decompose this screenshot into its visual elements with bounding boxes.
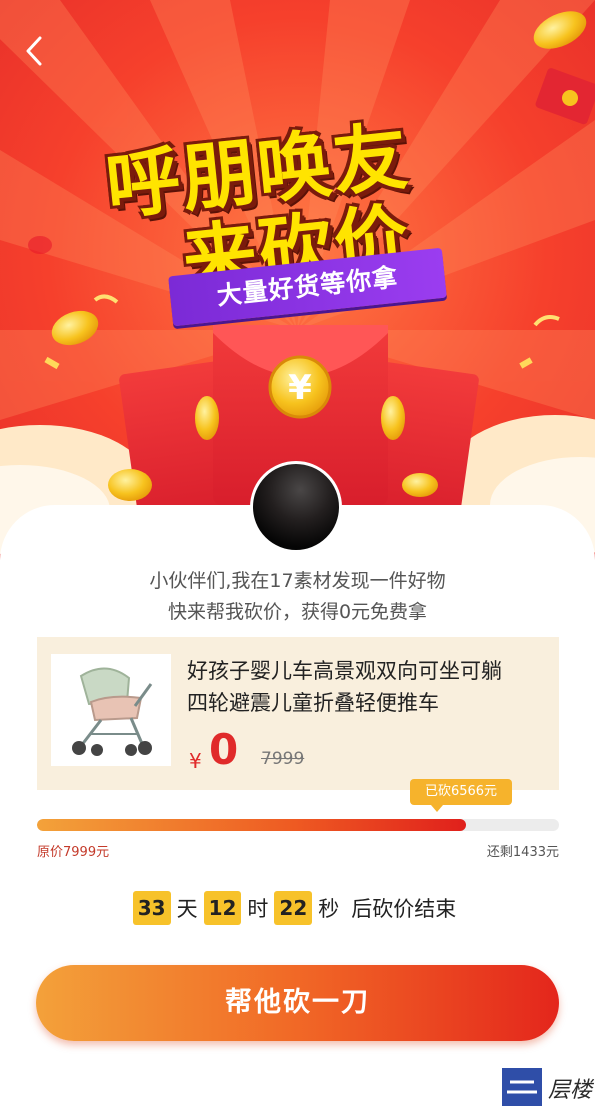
countdown-days: 33: [132, 891, 171, 925]
help-cut-button[interactable]: 帮他砍一刀: [36, 965, 559, 1041]
countdown-suffix: 后砍价结束: [351, 897, 457, 921]
countdown-hours-unit: 时: [247, 897, 269, 921]
stroller-icon: [72, 667, 153, 756]
bargain-progress-bar: [37, 819, 559, 831]
svg-text:¥: ¥: [288, 368, 312, 408]
countdown-timer: 33 天 12 时 22 秒后砍价结束: [0, 891, 595, 927]
product-image: [51, 654, 171, 766]
original-price-label: 原价7999元: [37, 845, 110, 860]
watermark-logo: 层楼: [502, 1068, 594, 1108]
watermark-logo-text: 层楼: [548, 1078, 593, 1103]
chevron-left-icon: [26, 36, 42, 66]
intro-line-2: 快来帮我砍价，获得0元免费拿: [167, 601, 428, 623]
product-card[interactable]: 好孩子婴儿车高景观双向可坐可躺 四轮避震儿童折叠轻便推车 ¥ 0 7999: [37, 637, 559, 790]
product-title-line-1: 好孩子婴儿车高景观双向可坐可躺: [187, 659, 502, 683]
countdown-days-unit: 天: [176, 897, 198, 921]
watermark-logo-mark: [502, 1068, 542, 1106]
product-title: 好孩子婴儿车高景观双向可坐可躺 四轮避震儿童折叠轻便推车: [187, 655, 547, 719]
countdown-seconds-unit: 秒: [318, 897, 340, 921]
intro-line-1: 小伙伴们,我在17素材发现一件好物: [149, 570, 446, 592]
original-price: 7999: [261, 749, 305, 769]
remaining-amount-label: 还剩1433元: [486, 845, 559, 860]
avatar: [250, 461, 342, 553]
product-title-line-2: 四轮避震儿童折叠轻便推车: [187, 691, 439, 715]
back-button[interactable]: [18, 30, 54, 72]
current-price: 0: [209, 725, 239, 774]
countdown-hours: 12: [203, 891, 242, 925]
currency-symbol: ¥: [189, 749, 202, 773]
countdown-seconds: 22: [274, 891, 313, 925]
bargain-progress-fill: [37, 819, 466, 831]
cut-amount-badge: 已砍6566元: [410, 779, 512, 812]
